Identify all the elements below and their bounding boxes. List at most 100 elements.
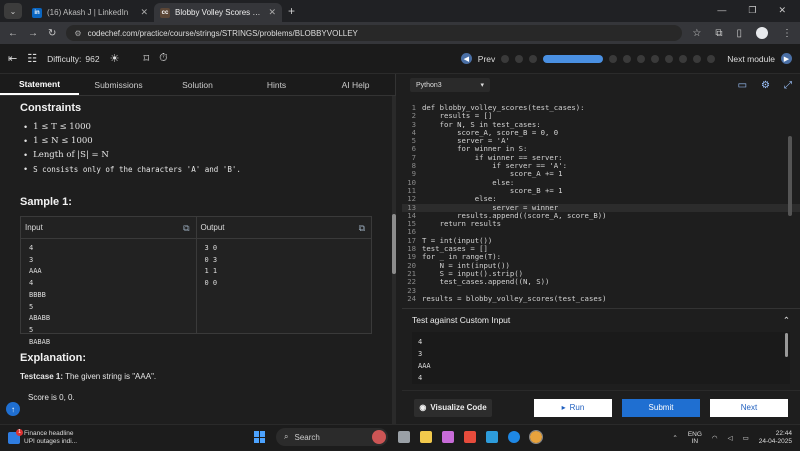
task-view-icon[interactable] (398, 431, 410, 443)
url-text: codechef.com/practice/course/strings/STR… (87, 28, 358, 38)
bookmark-icon[interactable]: ⌑ (143, 52, 149, 65)
extensions-icon[interactable]: ⧉ (715, 28, 722, 39)
progress-segment[interactable] (609, 54, 618, 63)
restore-icon[interactable]: ❐ (748, 5, 756, 16)
copy-icon[interactable]: ⧉ (183, 223, 189, 234)
star-icon[interactable]: ☆ (692, 28, 701, 39)
play-icon: ▸ (561, 403, 566, 412)
progress-segment[interactable] (637, 54, 646, 63)
editor-panel: Python3 ▾ ▭ ⚙ ⤢ 1 def blobby_volley_scores… (402, 74, 800, 424)
chat-icon[interactable]: ▭ (738, 80, 747, 91)
close-icon[interactable]: ✕ (268, 7, 276, 18)
next-icon[interactable]: ▶ (781, 53, 792, 64)
language-indicator[interactable]: ENG IN (688, 431, 702, 446)
scrollbar[interactable] (392, 96, 396, 424)
browser-tab-codechef[interactable]: cc Blobby Volley Scores Practice P ✕ (154, 3, 282, 22)
browser-tab-linkedin[interactable]: in (16) Akash J | LinkedIn ✕ (26, 3, 154, 22)
editor-toolbar: Python3 ▾ ▭ ⚙ ⤢ (402, 74, 800, 96)
scrollbar[interactable] (785, 333, 788, 357)
avatar[interactable] (756, 27, 768, 39)
close-icon[interactable]: ✕ (140, 7, 148, 18)
chevron-up-icon[interactable]: ⌃ (672, 434, 677, 442)
windows-start-icon[interactable] (254, 431, 266, 443)
news-widget[interactable]: 1 Finance headline UPI outages indi... (8, 428, 77, 445)
code-line[interactable]: 15 return results (402, 219, 800, 228)
tab-hints[interactable]: Hints (237, 74, 316, 95)
constraints-list: • 1 ≤ T ≤ 1000 • 1 ≤ N ≤ 1000 • Length of |… (20, 122, 372, 174)
tab-search-button[interactable]: ⌄ (4, 3, 22, 19)
input-lines: 4 3 AAA 4 BBBB 5 ABABB 5 BABAB (29, 243, 188, 348)
taskbar-search[interactable]: ⌕ Search (276, 428, 388, 446)
next-button[interactable]: Next (710, 398, 788, 417)
wifi-icon[interactable]: ◠ (712, 434, 718, 442)
scroll-up-icon[interactable]: ↑ (6, 402, 20, 416)
progress-segment[interactable] (501, 54, 510, 63)
collapse-icon[interactable]: ⇤ (8, 52, 17, 65)
tab-statement[interactable]: Statement (0, 74, 79, 95)
chevron-up-icon[interactable]: ⌃ (783, 315, 790, 326)
address-bar[interactable]: ⚙ codechef.com/practice/course/strings/S… (66, 25, 683, 41)
sidebar-icon[interactable]: ▯ (736, 28, 742, 39)
site-info-icon[interactable]: ⚙ (74, 29, 81, 38)
language-select[interactable]: Python3 ▾ (410, 78, 490, 92)
editor-scrollbar[interactable] (788, 96, 792, 304)
code-editor[interactable]: 1 def blobby_volley_scores(test_cases): 2 … (402, 96, 800, 306)
custom-input-line: 4 (418, 338, 423, 346)
new-tab-button[interactable]: + (288, 4, 295, 18)
progress-segment[interactable] (515, 54, 524, 63)
scrollbar-thumb[interactable] (392, 214, 396, 274)
chrome-icon[interactable] (529, 430, 543, 444)
custom-input-line: 3 (418, 350, 423, 358)
output-line: 1 1 (204, 267, 218, 276)
scrollbar-thumb[interactable] (788, 136, 792, 216)
code-line[interactable]: 24 results = blobby_volley_scores(test_ca… (402, 294, 800, 303)
prev-icon[interactable]: ◀ (460, 53, 472, 64)
code-lines[interactable]: 1 def blobby_volley_scores(test_cases): 2 … (402, 96, 800, 303)
progress-segment[interactable] (651, 54, 660, 63)
edge-icon[interactable] (508, 431, 520, 443)
clock[interactable]: 22:44 24-04-2025 (759, 430, 792, 446)
tab-submissions[interactable]: Submissions (79, 74, 158, 95)
progress-segment[interactable] (623, 54, 632, 63)
tab-ai-help[interactable]: AI Help (316, 74, 395, 95)
custom-input-field[interactable]: 4 3 AAA 4 (412, 332, 790, 384)
progress-segment[interactable] (665, 54, 674, 63)
gear-icon[interactable]: ⚙ (761, 80, 770, 91)
close-window-icon[interactable]: ✕ (778, 5, 786, 16)
office-icon[interactable] (464, 431, 476, 443)
reload-icon[interactable]: ↻ (48, 28, 56, 39)
timer-icon[interactable]: ⏱ (159, 52, 168, 65)
copilot-icon[interactable] (442, 431, 454, 443)
run-button[interactable]: ▸ Run (534, 398, 612, 417)
progress-segment[interactable] (529, 54, 538, 63)
back-icon[interactable]: ← (8, 28, 18, 39)
forward-icon[interactable]: → (28, 28, 38, 39)
site-header: ⇤ ☷ Difficulty: 962 ☀ ⌑ ⏱ ◀ Prev Next mo… (0, 44, 800, 74)
input-line: 5 (29, 325, 34, 334)
submit-button[interactable]: Submit (622, 398, 700, 417)
sample-output: Output ⧉ 3 0 0 3 1 1 0 0 (195, 217, 371, 333)
file-explorer-icon[interactable] (420, 431, 432, 443)
problem-tabs: Statement Submissions Solution Hints AI … (0, 74, 395, 96)
prev-button[interactable]: Prev (478, 54, 495, 64)
progress-segment[interactable] (707, 54, 716, 63)
code-line[interactable]: 22 test_cases.append((N, S)) (402, 277, 800, 286)
copy-icon[interactable]: ⧉ (359, 223, 365, 234)
input-header: Input (25, 223, 43, 232)
expand-icon[interactable]: ⤢ (784, 80, 792, 91)
volume-icon[interactable]: ◁ (728, 434, 733, 442)
minimize-icon[interactable]: — (717, 5, 726, 16)
menu-icon[interactable]: ⋮ (782, 28, 792, 39)
testcase-text: The given string is "AAA". (65, 372, 157, 381)
sun-icon[interactable]: ☀ (110, 52, 120, 65)
visualize-code-button[interactable]: ◉ Visualize Code (414, 398, 492, 417)
problem-panel: Statement Submissions Solution Hints AI … (0, 74, 396, 424)
progress-segment[interactable] (693, 54, 702, 63)
input-line: 4 (29, 279, 34, 288)
progress-segment[interactable] (679, 54, 688, 63)
battery-icon[interactable]: ▭ (743, 434, 749, 442)
tab-solution[interactable]: Solution (158, 74, 237, 95)
store-icon[interactable] (486, 431, 498, 443)
next-module-button[interactable]: Next module (727, 54, 775, 64)
progress-segment-current[interactable] (543, 54, 604, 63)
